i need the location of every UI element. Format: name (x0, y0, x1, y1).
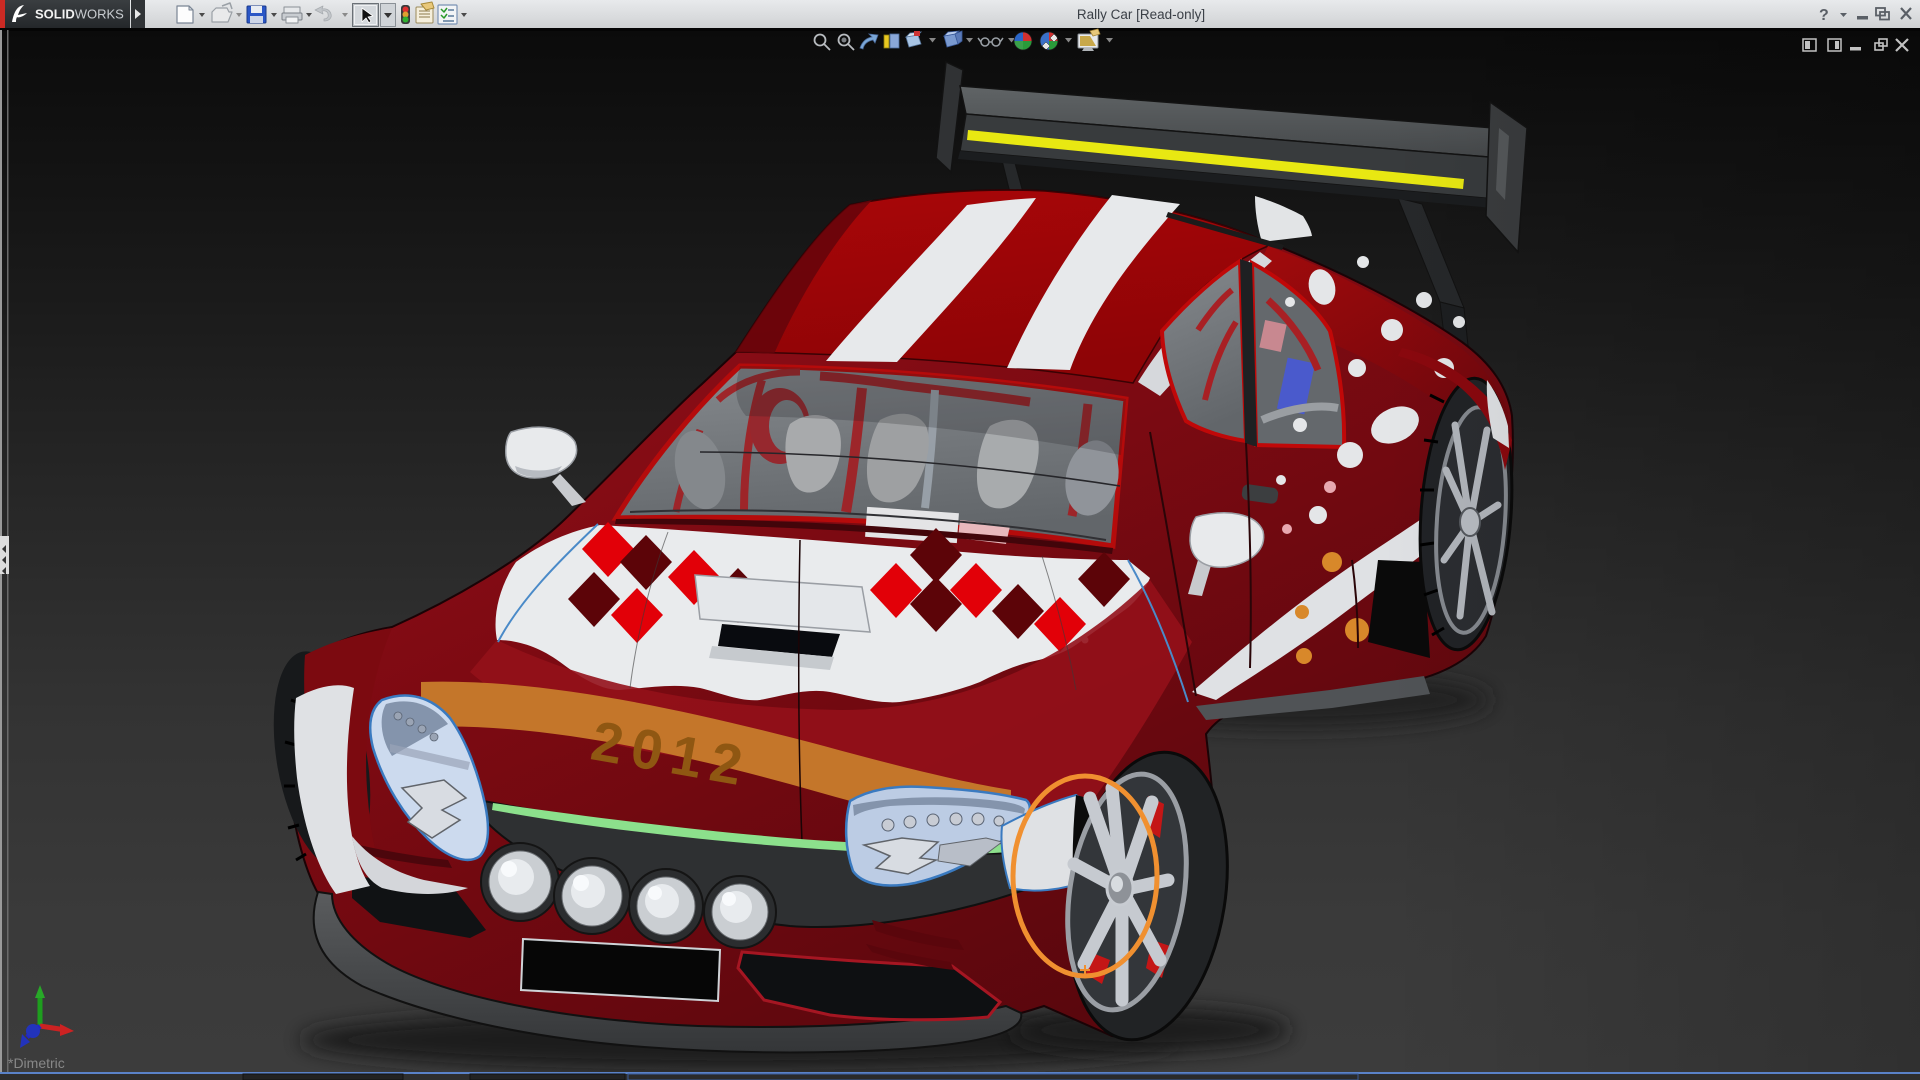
svg-text:?: ? (1819, 7, 1829, 24)
svg-text:SOLIDWORKS: SOLIDWORKS (35, 7, 124, 22)
svg-text:*Dimetric: *Dimetric (8, 1055, 65, 1071)
svg-text:Rally Car [Read-only]: Rally Car [Read-only] (1077, 7, 1205, 22)
